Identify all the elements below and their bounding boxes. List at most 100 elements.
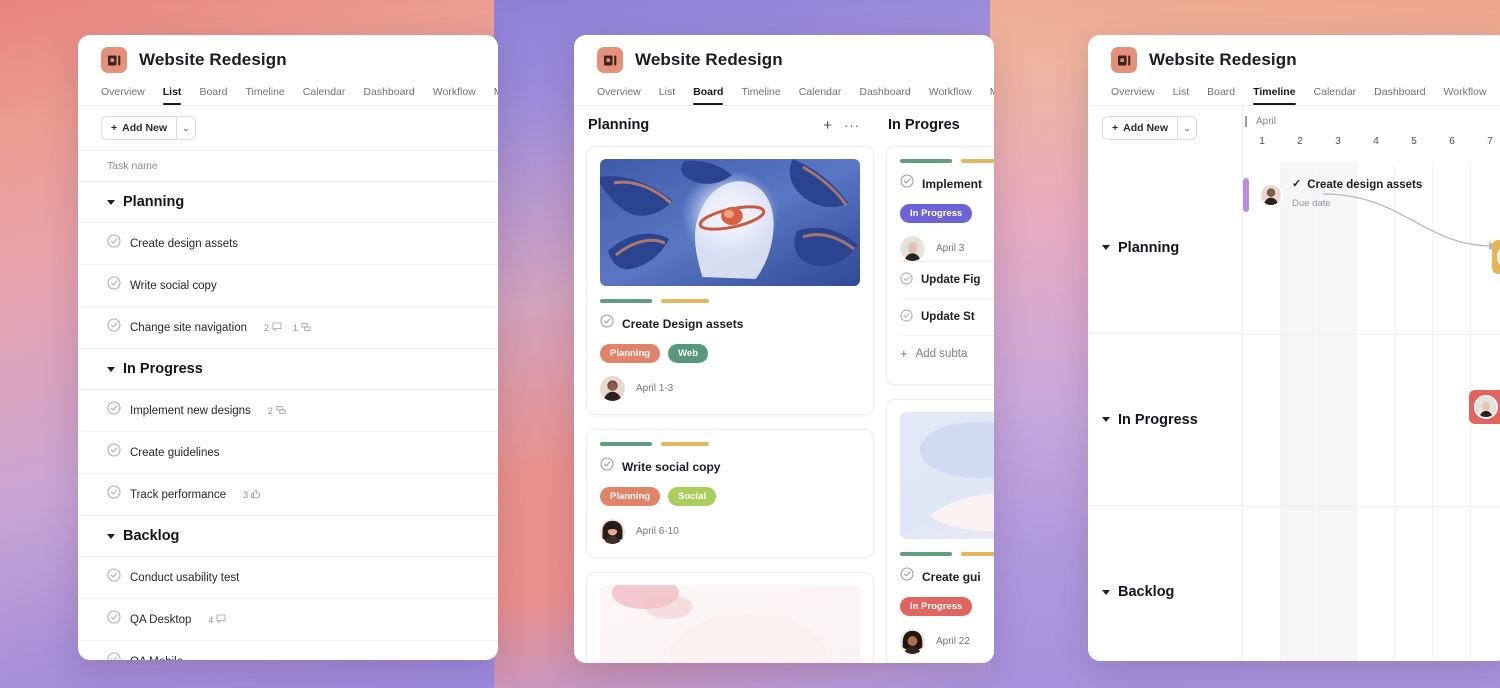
subtask-label: Update Fig (921, 274, 981, 286)
board-card[interactable]: Create gui In Progress April 22 (886, 399, 994, 663)
tab-dashboard[interactable]: Dashboard (363, 86, 414, 105)
timeline-group-in-progress[interactable]: In Progress (1088, 334, 1242, 506)
tab-list[interactable]: List (659, 86, 675, 105)
progress-bar-yellow (961, 159, 994, 163)
board-card[interactable]: Write social copy Planning Social April … (586, 429, 874, 558)
check-circle-icon[interactable] (900, 309, 913, 325)
add-new-button[interactable]: + Add New (102, 117, 176, 139)
chevron-down-icon[interactable]: ⌄ (1177, 117, 1196, 139)
group-header-in-progress[interactable]: In Progress (78, 349, 498, 390)
count-label: 4 (208, 614, 214, 625)
card-progress-bars (900, 552, 994, 556)
check-circle-icon[interactable] (900, 174, 914, 193)
board-column-title: In Progres (888, 117, 960, 133)
table-row[interactable]: QA Mobile (78, 641, 498, 660)
tab-board[interactable]: Board (693, 86, 724, 105)
more-horizontal-icon[interactable]: ··· (844, 119, 860, 132)
tab-timeline[interactable]: Timeline (245, 86, 284, 105)
tab-calendar[interactable]: Calendar (1314, 86, 1357, 105)
subtask-row[interactable]: Update Fig (900, 261, 994, 298)
avatar[interactable] (1474, 395, 1498, 419)
timeline-bar-implement-new-designs[interactable]: Implement new designs ⋮ (1469, 390, 1500, 424)
tab-list[interactable]: List (162, 86, 181, 105)
check-circle-icon[interactable] (107, 485, 121, 504)
table-row[interactable]: Conduct usability test (78, 557, 498, 599)
check-circle-icon[interactable] (600, 457, 614, 476)
table-row[interactable]: Track performance 3 (78, 474, 498, 516)
timeline-group-backlog[interactable]: Backlog (1088, 506, 1242, 661)
check-circle-icon[interactable] (107, 234, 121, 253)
add-subtask-row[interactable]: + Add subta (900, 335, 994, 371)
group-header-backlog[interactable]: Backlog (78, 516, 498, 557)
card-footer: April 3 (900, 236, 994, 261)
tab-workflow[interactable]: Workflow (433, 86, 476, 105)
app-title-row: Website Redesign (597, 47, 994, 73)
add-new-button[interactable]: + Add New (1103, 117, 1177, 139)
avatar[interactable] (1259, 183, 1283, 208)
tab-calendar[interactable]: Calendar (799, 86, 842, 105)
check-circle-icon[interactable] (107, 276, 121, 295)
check-circle-icon[interactable] (107, 652, 121, 660)
task-name: Change site navigation (130, 321, 247, 334)
table-row[interactable]: Create guidelines (78, 432, 498, 474)
add-new-group: + Add New ⌄ (101, 116, 197, 140)
avatar[interactable] (900, 236, 925, 261)
check-circle-icon[interactable] (600, 314, 614, 333)
tag-web[interactable]: Web (668, 344, 709, 363)
board-card[interactable]: Implement In Progress April 3 Update Fig (886, 146, 994, 385)
tag-planning[interactable]: Planning (600, 344, 661, 363)
tab-calendar[interactable]: Calendar (303, 86, 346, 105)
check-circle-icon[interactable] (107, 610, 121, 629)
table-row[interactable]: Write social copy (78, 265, 498, 307)
table-row[interactable]: Change site navigation 2 1 (78, 307, 498, 349)
group-header-planning[interactable]: Planning (78, 182, 498, 223)
timeline-pill: W (1492, 240, 1500, 274)
tag-planning[interactable]: Planning (600, 487, 661, 506)
tab-overview[interactable]: Overview (101, 86, 145, 105)
timeline-bar-write-social-copy[interactable]: W (1492, 240, 1500, 274)
tag-social[interactable]: Social (668, 487, 717, 506)
avatar[interactable] (600, 376, 625, 401)
table-row[interactable]: QA Desktop 4 (78, 599, 498, 641)
tab-list[interactable]: List (1173, 86, 1189, 105)
tab-message[interactable]: Message (494, 86, 498, 105)
chevron-down-icon (107, 533, 115, 539)
tab-workflow[interactable]: Workflow (1444, 86, 1487, 105)
chevron-down-icon[interactable]: ⌄ (176, 117, 195, 139)
avatar[interactable] (900, 629, 925, 654)
timeline-bar-create-design-assets[interactable]: ✓ Create design assets Due date (1243, 178, 1422, 213)
tab-overview[interactable]: Overview (1111, 86, 1155, 105)
comment-icon (272, 322, 282, 334)
check-circle-icon[interactable] (107, 401, 121, 420)
tab-timeline[interactable]: Timeline (1253, 86, 1296, 105)
timeline-group-planning[interactable]: Planning (1088, 162, 1242, 334)
tag-in-progress[interactable]: In Progress (900, 597, 973, 616)
tag-in-progress[interactable]: In Progress (900, 204, 973, 223)
table-row[interactable]: Implement new designs 2 (78, 390, 498, 432)
timeline-day: 7 (1487, 136, 1493, 147)
check-circle-icon[interactable] (900, 567, 914, 586)
plus-icon[interactable]: + (823, 118, 832, 133)
avatar[interactable] (600, 519, 625, 544)
tab-overview[interactable]: Overview (597, 86, 641, 105)
board-card[interactable]: Create Design assets Planning Web April … (586, 146, 874, 415)
check-circle-icon[interactable] (107, 443, 121, 462)
tab-board[interactable]: Board (199, 86, 227, 105)
tab-board[interactable]: Board (1207, 86, 1235, 105)
board-card[interactable] (586, 572, 874, 663)
subtask-row[interactable]: Update St (900, 298, 994, 335)
tab-dashboard[interactable]: Dashboard (1374, 86, 1425, 105)
tab-timeline[interactable]: Timeline (741, 86, 780, 105)
tab-message[interactable]: Message (990, 86, 994, 105)
tab-dashboard[interactable]: Dashboard (859, 86, 910, 105)
check-circle-icon[interactable] (107, 568, 121, 587)
subtask-count: 2 (268, 405, 286, 417)
check-circle-icon[interactable] (900, 272, 913, 288)
progress-bar-yellow (661, 299, 709, 303)
table-row[interactable]: Create design assets (78, 223, 498, 265)
check-circle-icon[interactable] (107, 318, 121, 337)
timeline-task-subtitle: Due date (1292, 198, 1331, 210)
tab-workflow[interactable]: Workflow (929, 86, 972, 105)
board-column-header: Planning + ··· (586, 106, 874, 146)
board-column-in-progress: In Progres Implement In Progress April 3… (874, 106, 994, 663)
